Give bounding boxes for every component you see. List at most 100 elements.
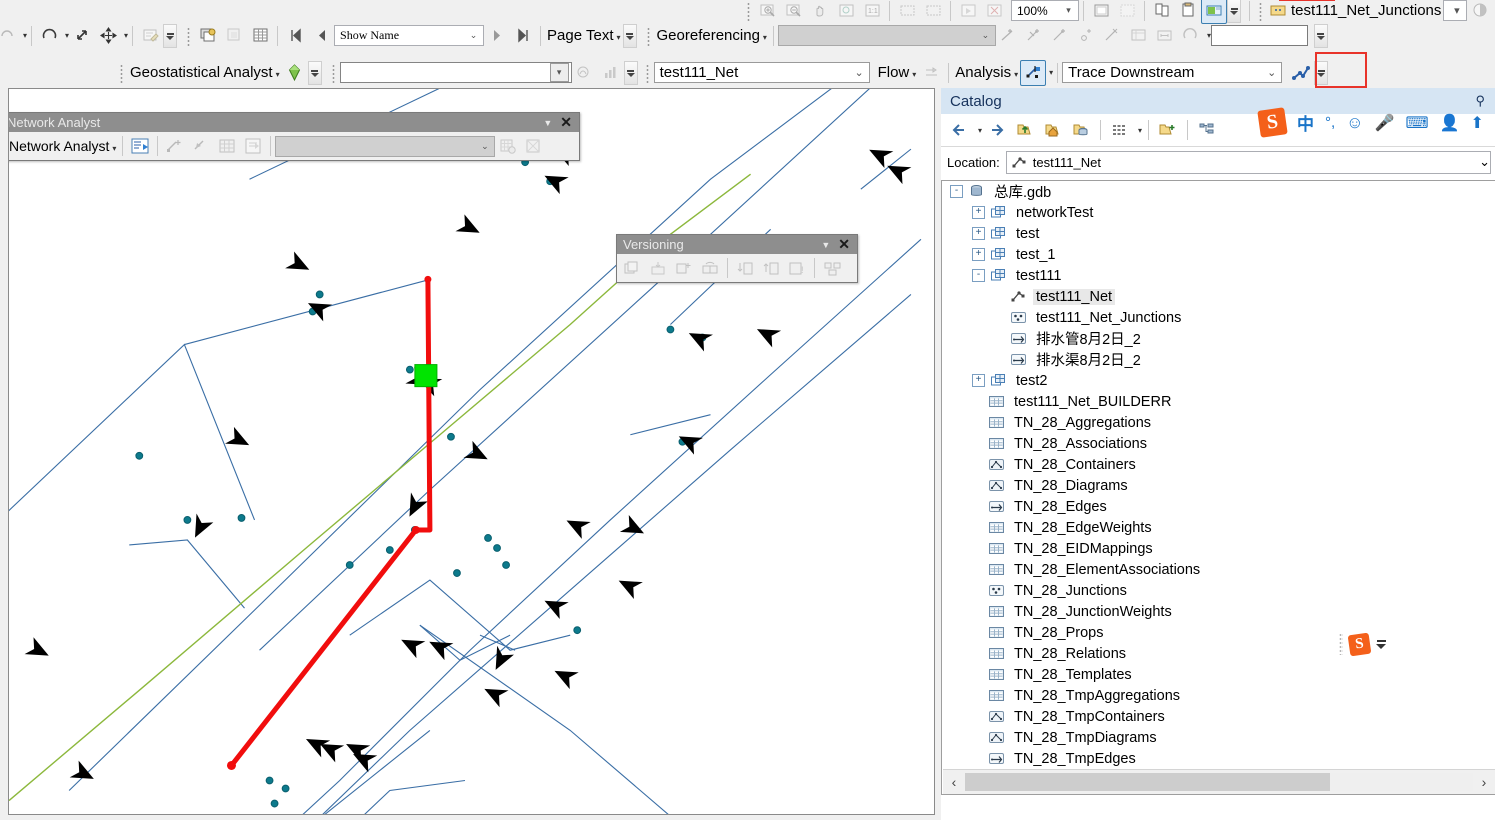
- georeferencing-layer-combo[interactable]: ⌄: [777, 25, 996, 46]
- prev-page-icon[interactable]: [308, 23, 334, 49]
- rotate-icon[interactable]: [36, 23, 62, 49]
- back-arrow-icon[interactable]: [947, 117, 973, 143]
- catalog-tree-item[interactable]: TN_28_TmpAggregations: [942, 685, 1495, 706]
- catalog-tree-item[interactable]: TN_28_Edges: [942, 496, 1495, 517]
- clear-selection-icon[interactable]: [981, 0, 1007, 24]
- catalog-tree-item[interactable]: TN_28_ElementAssociations: [942, 559, 1495, 580]
- catalog-tree-item[interactable]: - test111: [942, 265, 1495, 286]
- close-icon[interactable]: ✕: [560, 114, 572, 131]
- toolbar-grip[interactable]: [644, 25, 652, 46]
- home-icon[interactable]: [1040, 117, 1066, 143]
- toolbar-overflow-button[interactable]: [307, 60, 322, 85]
- chevron-down-icon[interactable]: ⌄: [1479, 154, 1490, 170]
- zoom-in-icon[interactable]: [755, 0, 781, 24]
- sogou-logo-icon[interactable]: S: [1347, 632, 1372, 656]
- up-one-level-icon[interactable]: [1012, 117, 1038, 143]
- histogram-icon[interactable]: [572, 60, 598, 86]
- scroll-right-icon[interactable]: ›: [1473, 774, 1495, 790]
- versioning-title-bar[interactable]: Versioning ▼ ✕: [617, 235, 857, 254]
- chevron-down-icon[interactable]: ▾: [1449, 4, 1464, 17]
- layout-icon[interactable]: [195, 23, 221, 49]
- toolbar-grip[interactable]: [643, 62, 651, 83]
- catalog-tree-item[interactable]: TN_28_Associations: [942, 433, 1495, 454]
- select-network-location-icon[interactable]: [188, 133, 214, 159]
- chevron-down-icon[interactable]: ▾: [763, 33, 767, 42]
- toggle-tree-view-icon[interactable]: [1194, 117, 1220, 143]
- chevron-down-icon[interactable]: ⌄: [466, 30, 481, 41]
- chevron-down-icon[interactable]: ▾: [23, 31, 27, 40]
- sogou-logo-icon[interactable]: S: [1257, 107, 1288, 138]
- network-analyst-window-icon[interactable]: [127, 133, 153, 159]
- paste-icon[interactable]: [1175, 0, 1201, 24]
- pan-move-icon[interactable]: [95, 23, 121, 49]
- chevron-down-icon[interactable]: ▾: [978, 126, 982, 135]
- effects-layer-combo-arrow[interactable]: ▾: [1443, 0, 1468, 21]
- fit-to-display-icon[interactable]: [1152, 23, 1178, 49]
- version-manager-icon[interactable]: [619, 255, 645, 281]
- catalog-horizontal-scrollbar[interactable]: ‹ ›: [943, 769, 1495, 794]
- network-combo[interactable]: test111_Net ⌄: [653, 62, 870, 83]
- last-page-icon[interactable]: [510, 23, 536, 49]
- expand-icon[interactable]: +: [972, 227, 985, 240]
- catalog-tree-item[interactable]: 排水管8月2日_2: [942, 328, 1495, 349]
- catalog-tree-item[interactable]: TN_28_Aggregations: [942, 412, 1495, 433]
- auto-hide-pin-icon[interactable]: ⚲: [1475, 93, 1491, 109]
- table-icon[interactable]: [247, 23, 273, 49]
- chart-icon[interactable]: [598, 60, 624, 86]
- network-analyst-route-combo[interactable]: ⌄: [275, 135, 496, 157]
- chevron-down-icon[interactable]: ⌄: [1264, 66, 1279, 79]
- create-network-location-icon[interactable]: [162, 133, 188, 159]
- chevron-down-icon[interactable]: ▾: [1138, 126, 1142, 135]
- expand-icon[interactable]: +: [972, 206, 985, 219]
- add-link-icon[interactable]: [1048, 23, 1074, 49]
- page-name-combo[interactable]: Show Name ⌄: [334, 25, 485, 46]
- page-text-menu[interactable]: Page Text ▾: [545, 27, 622, 44]
- toolbar-overflow-button[interactable]: [1313, 23, 1328, 48]
- chevron-down-icon[interactable]: ▾: [112, 144, 116, 153]
- go-next-extent-icon[interactable]: [920, 0, 946, 24]
- catalog-tree-item[interactable]: + networkTest: [942, 202, 1495, 223]
- zoom-out-icon[interactable]: [781, 0, 807, 24]
- georeferencing-value-input[interactable]: [1210, 25, 1308, 46]
- add-control-points-icon[interactable]: [996, 23, 1022, 49]
- scroll-track[interactable]: [965, 773, 1473, 791]
- map-network-graphic[interactable]: [9, 89, 934, 814]
- add-point-link-icon[interactable]: [1074, 23, 1100, 49]
- scroll-thumb[interactable]: [965, 773, 1330, 791]
- catalog-tree-item[interactable]: test111_Net_Junctions: [942, 307, 1495, 328]
- sogou-mini-widget[interactable]: S: [1339, 632, 1386, 656]
- chevron-down-icon[interactable]: ▾: [617, 33, 621, 42]
- chevron-down-icon[interactable]: ▼: [821, 240, 830, 250]
- sogou-ime-bar[interactable]: S 中 °, ☺ 🎤 ⌨ 👤 ⬆: [1257, 107, 1484, 138]
- forward-arrow-icon[interactable]: [984, 117, 1010, 143]
- transparency-icon[interactable]: [1467, 0, 1493, 24]
- chevron-down-icon[interactable]: ⌄: [852, 66, 867, 79]
- trace-task-combo[interactable]: Trace Downstream ⌄: [1062, 62, 1283, 83]
- expand-icon[interactable]: +: [972, 248, 985, 261]
- copy-icon[interactable]: [1149, 0, 1175, 24]
- select-features-icon[interactable]: [955, 0, 981, 24]
- toolbar-overflow-button[interactable]: [622, 23, 637, 48]
- catalog-tree-item[interactable]: + test: [942, 223, 1495, 244]
- catalog-tree-item[interactable]: TN_28_EdgeWeights: [942, 517, 1495, 538]
- fixed-zoom-icon[interactable]: 1:1: [859, 0, 885, 24]
- toolbar-grip[interactable]: [1257, 0, 1264, 21]
- flow-menu[interactable]: Flow ▾: [876, 64, 919, 81]
- toolbar-grip[interactable]: [745, 0, 752, 21]
- catalog-tree-item[interactable]: + test_1: [942, 244, 1495, 265]
- network-analyst-menu[interactable]: Network Analyst ▾: [9, 138, 118, 154]
- chevron-down-icon[interactable]: ▾: [1061, 5, 1076, 16]
- catalog-tree-item[interactable]: test111_Net_BUILDERR: [942, 391, 1495, 412]
- location-combo[interactable]: test111_Net ⌄: [1005, 150, 1491, 174]
- catalog-tree-item[interactable]: - 总库.gdb: [942, 181, 1495, 202]
- change-version-icon[interactable]: [645, 255, 671, 281]
- sogou-menu-icon[interactable]: [1376, 639, 1386, 649]
- catalog-tree-item[interactable]: TN_28_JunctionWeights: [942, 601, 1495, 622]
- select-elements-icon[interactable]: [69, 23, 95, 49]
- scale-combo[interactable]: 100% ▾: [1011, 0, 1079, 21]
- catalog-tree-item[interactable]: TN_28_Junctions: [942, 580, 1495, 601]
- edit-tool-icon[interactable]: [137, 23, 163, 49]
- catalog-tree[interactable]: - 总库.gdb + networkTest + test + test_1 - test111 t…: [941, 180, 1495, 795]
- versioning-toolbar[interactable]: Versioning ▼ ✕ !: [616, 234, 858, 283]
- catalog-tree-item[interactable]: TN_28_Relations: [942, 643, 1495, 664]
